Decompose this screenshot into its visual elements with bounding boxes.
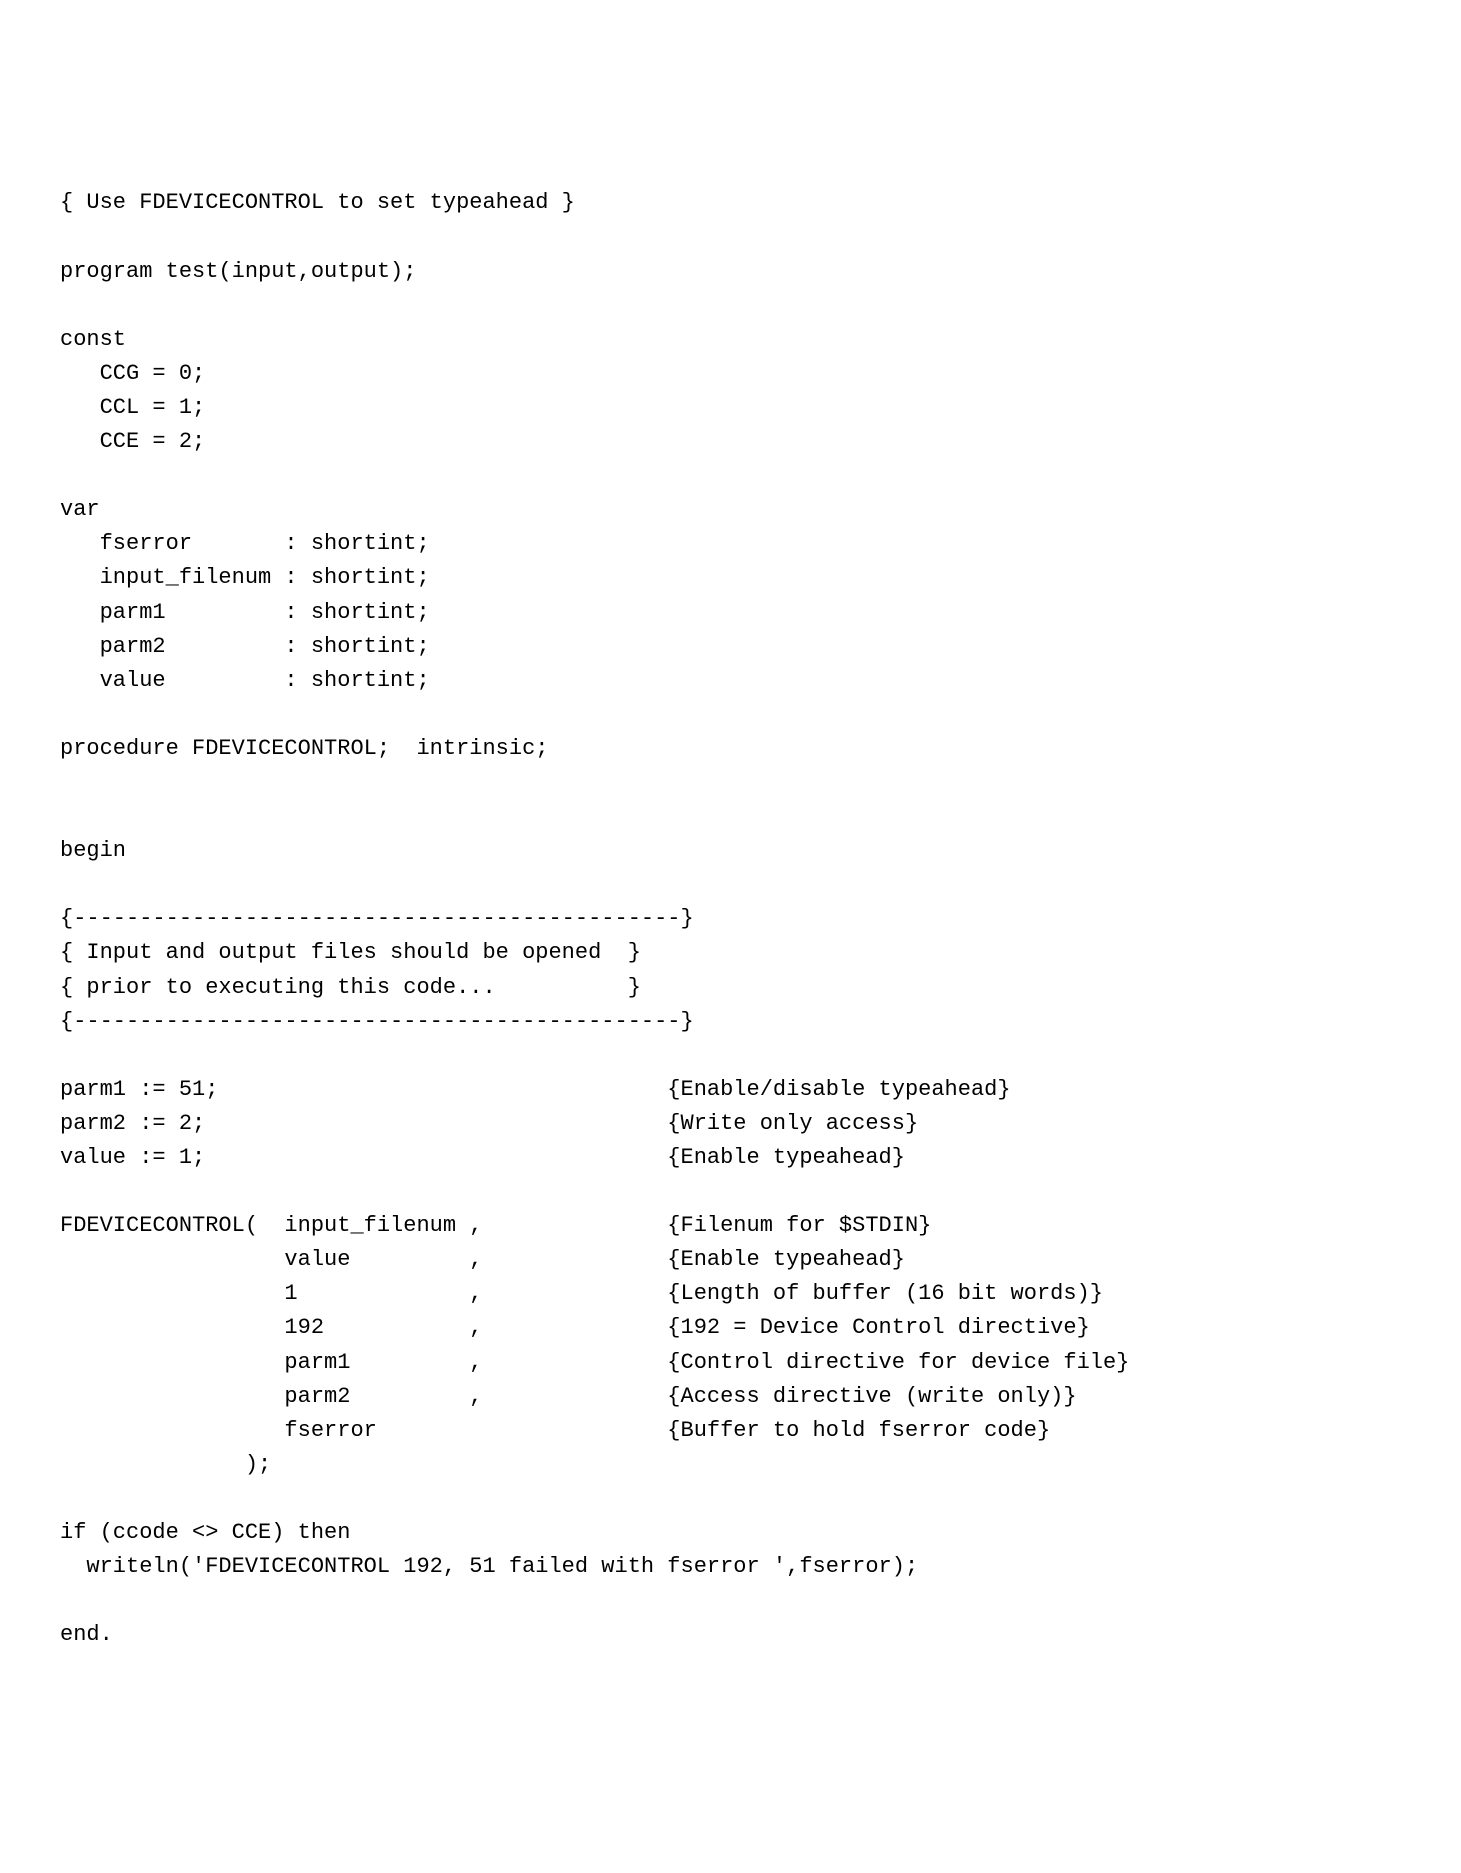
code-listing: { Use FDEVICECONTROL to set typeahead } … [60,186,1401,1652]
